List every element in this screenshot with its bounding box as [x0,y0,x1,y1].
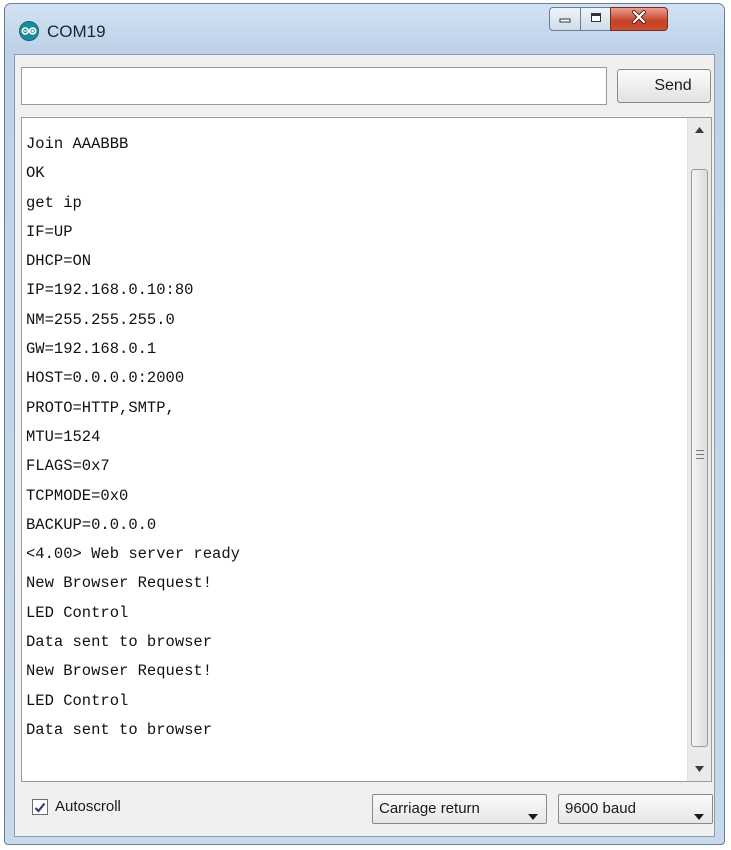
send-button[interactable]: Send [617,69,711,103]
window-title: COM19 [47,22,106,41]
serial-monitor-window: COM19 Send Join AAABBB OK get ip IF=UP DHCP=… [4,3,725,845]
output-line: <4.00> Web server ready [26,545,240,564]
output-line: Data sent to browser [26,720,213,739]
output-line: PROTO=HTTP,SMTP, [26,398,175,417]
scroll-up-icon[interactable] [688,118,711,142]
close-icon [631,9,647,29]
scroll-down-icon[interactable] [688,757,711,781]
footer-bar: Autoscroll Carriage return 9600 baud [15,782,714,838]
baud-rate-value: 9600 baud [565,800,636,817]
autoscroll-checkbox[interactable] [32,799,48,815]
minimize-button[interactable] [549,7,581,31]
output-line: LED Control [26,691,129,710]
output-line: BACKUP=0.0.0.0 [26,515,157,534]
output-line: New Browser Request! [26,574,213,593]
output-line: Data sent to browser [26,633,213,652]
output-line: GW=192.168.0.1 [26,340,157,359]
arduino-logo-icon [19,21,39,41]
maximize-button[interactable] [580,7,611,31]
output-line: TCPMODE=0x0 [26,486,129,505]
close-button[interactable] [610,7,668,31]
minimize-icon [559,10,571,28]
output-line: IF=UP [26,222,73,241]
serial-output[interactable]: Join AAABBB OK get ip IF=UP DHCP=ON IP=192.16… [21,117,712,782]
chevron-down-icon [528,807,538,824]
output-line: FLAGS=0x7 [26,457,110,476]
scroll-grip-icon [696,450,704,459]
monitor-client-area: Send Join AAABBB OK get ip IF=UP DHCP=ON IP=1… [14,54,715,837]
vertical-scrollbar[interactable] [687,118,711,781]
maximize-icon [590,10,602,28]
output-lines: Join AAABBB OK get ip IF=UP DHCP=ON IP=192.16… [26,130,240,745]
line-ending-select[interactable]: Carriage return [372,794,547,824]
output-line: OK [26,164,45,183]
scroll-thumb[interactable] [691,169,708,747]
send-input[interactable] [21,67,607,105]
output-line: MTU=1524 [26,427,101,446]
output-line: NM=255.255.255.0 [26,310,175,329]
output-line: Join AAABBB [26,135,129,153]
baud-rate-select[interactable]: 9600 baud [558,794,713,824]
output-line: New Browser Request! [26,662,213,681]
output-line: IP=192.168.0.10:80 [26,281,194,300]
autoscroll-label: Autoscroll [55,798,121,815]
title-bar[interactable]: COM19 [5,4,724,54]
output-line: HOST=0.0.0.0:2000 [26,369,185,388]
line-ending-value: Carriage return [379,800,480,817]
output-line: LED Control [26,603,129,622]
chevron-down-icon [694,807,704,824]
output-line: DHCP=ON [26,252,92,271]
check-icon [34,802,46,813]
output-line: get ip [26,193,82,212]
